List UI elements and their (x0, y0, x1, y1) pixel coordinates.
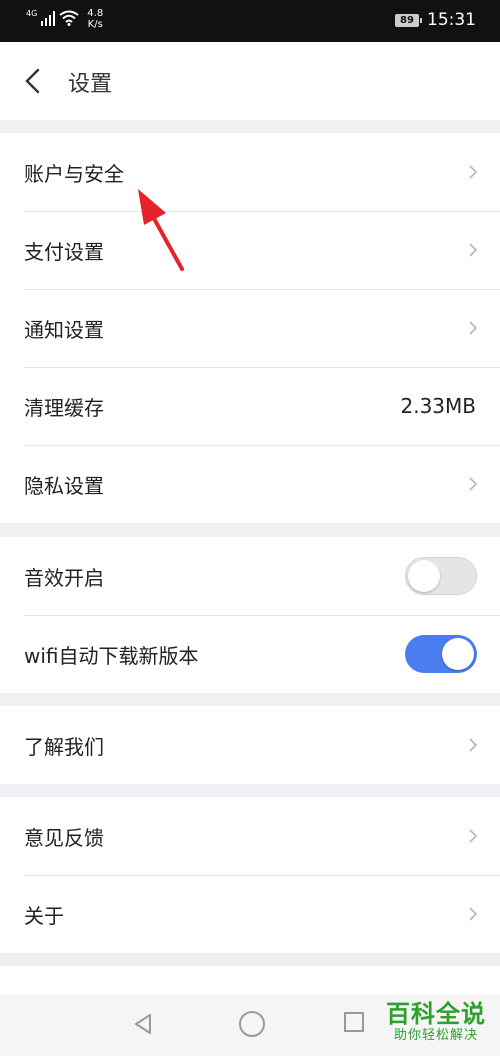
row-wifi-auto-download: wifi自动下载新版本 (0, 615, 500, 693)
back-arrow-icon[interactable] (22, 68, 48, 94)
chevron-right-icon (469, 321, 478, 335)
watermark-logo: 百科全说 助你轻松解决 (386, 1000, 486, 1044)
row-label: wifi自动下载新版本 (24, 643, 199, 668)
row-account-security[interactable]: 账户与安全 (0, 133, 500, 211)
settings-group-toggles: 音效开启 wifi自动下载新版本 (0, 537, 500, 693)
signal-icon (41, 10, 56, 26)
chevron-right-icon (469, 907, 478, 921)
page-title: 设置 (68, 72, 113, 97)
row-sound-effects: 音效开启 (0, 537, 500, 615)
settings-group-partial (0, 966, 500, 995)
row-label: 清理缓存 (24, 395, 104, 420)
nav-home-icon[interactable] (239, 1011, 265, 1037)
watermark-title: 百科全说 (386, 1000, 486, 1028)
row-label: 隐私设置 (24, 473, 104, 498)
clock: 15:31 (427, 10, 476, 30)
row-privacy-settings[interactable]: 隐私设置 (0, 445, 500, 523)
battery-icon: 89 (395, 13, 422, 27)
watermark-subtitle: 助你轻松解决 (393, 1028, 478, 1043)
row-clear-cache[interactable]: 清理缓存 2.33MB (0, 367, 500, 445)
chevron-right-icon (469, 477, 478, 491)
row-label: 账户与安全 (24, 161, 124, 186)
nav-back-icon[interactable] (132, 1013, 154, 1035)
status-right: 89 15:31 (395, 10, 476, 30)
wifi-download-toggle[interactable] (405, 635, 477, 673)
settings-group-feedback: 意见反馈 关于 (0, 797, 500, 953)
settings-group-about-us: 了解我们 (0, 706, 500, 784)
speed-value: 4.8 (87, 8, 104, 19)
chevron-right-icon (469, 165, 478, 179)
network-type: 4G (26, 9, 38, 18)
chevron-right-icon (469, 243, 478, 257)
row-label: 了解我们 (24, 734, 104, 759)
row-label: 通知设置 (24, 317, 104, 342)
app-header: 设置 (0, 42, 500, 120)
row-label: 支付设置 (24, 239, 104, 264)
row-about[interactable]: 关于 (0, 875, 500, 953)
chevron-right-icon (469, 829, 478, 843)
row-label: 意见反馈 (24, 825, 104, 850)
wifi-icon (59, 10, 79, 26)
cache-size: 2.33MB (400, 394, 476, 418)
status-left: 4G 4.8 K/s (26, 8, 103, 30)
row-about-us[interactable]: 了解我们 (0, 706, 500, 784)
toggle-knob (442, 638, 474, 670)
toggle-knob (408, 560, 440, 592)
sound-toggle[interactable] (405, 557, 477, 595)
row-payment-settings[interactable]: 支付设置 (0, 211, 500, 289)
row-label: 关于 (24, 903, 64, 928)
chevron-right-icon (469, 738, 478, 752)
speed-unit: K/s (87, 19, 103, 30)
settings-group-general: 账户与安全 支付设置 通知设置 清理缓存 2.33MB 隐私设置 (0, 133, 500, 523)
nav-recent-icon[interactable] (344, 1012, 364, 1032)
status-bar: 4G 4.8 K/s 89 15:31 (0, 0, 500, 42)
row-label: 音效开启 (24, 565, 104, 590)
network-speed: 4.8 K/s (87, 8, 103, 30)
row-notification-settings[interactable]: 通知设置 (0, 289, 500, 367)
row-feedback[interactable]: 意见反馈 (0, 797, 500, 875)
